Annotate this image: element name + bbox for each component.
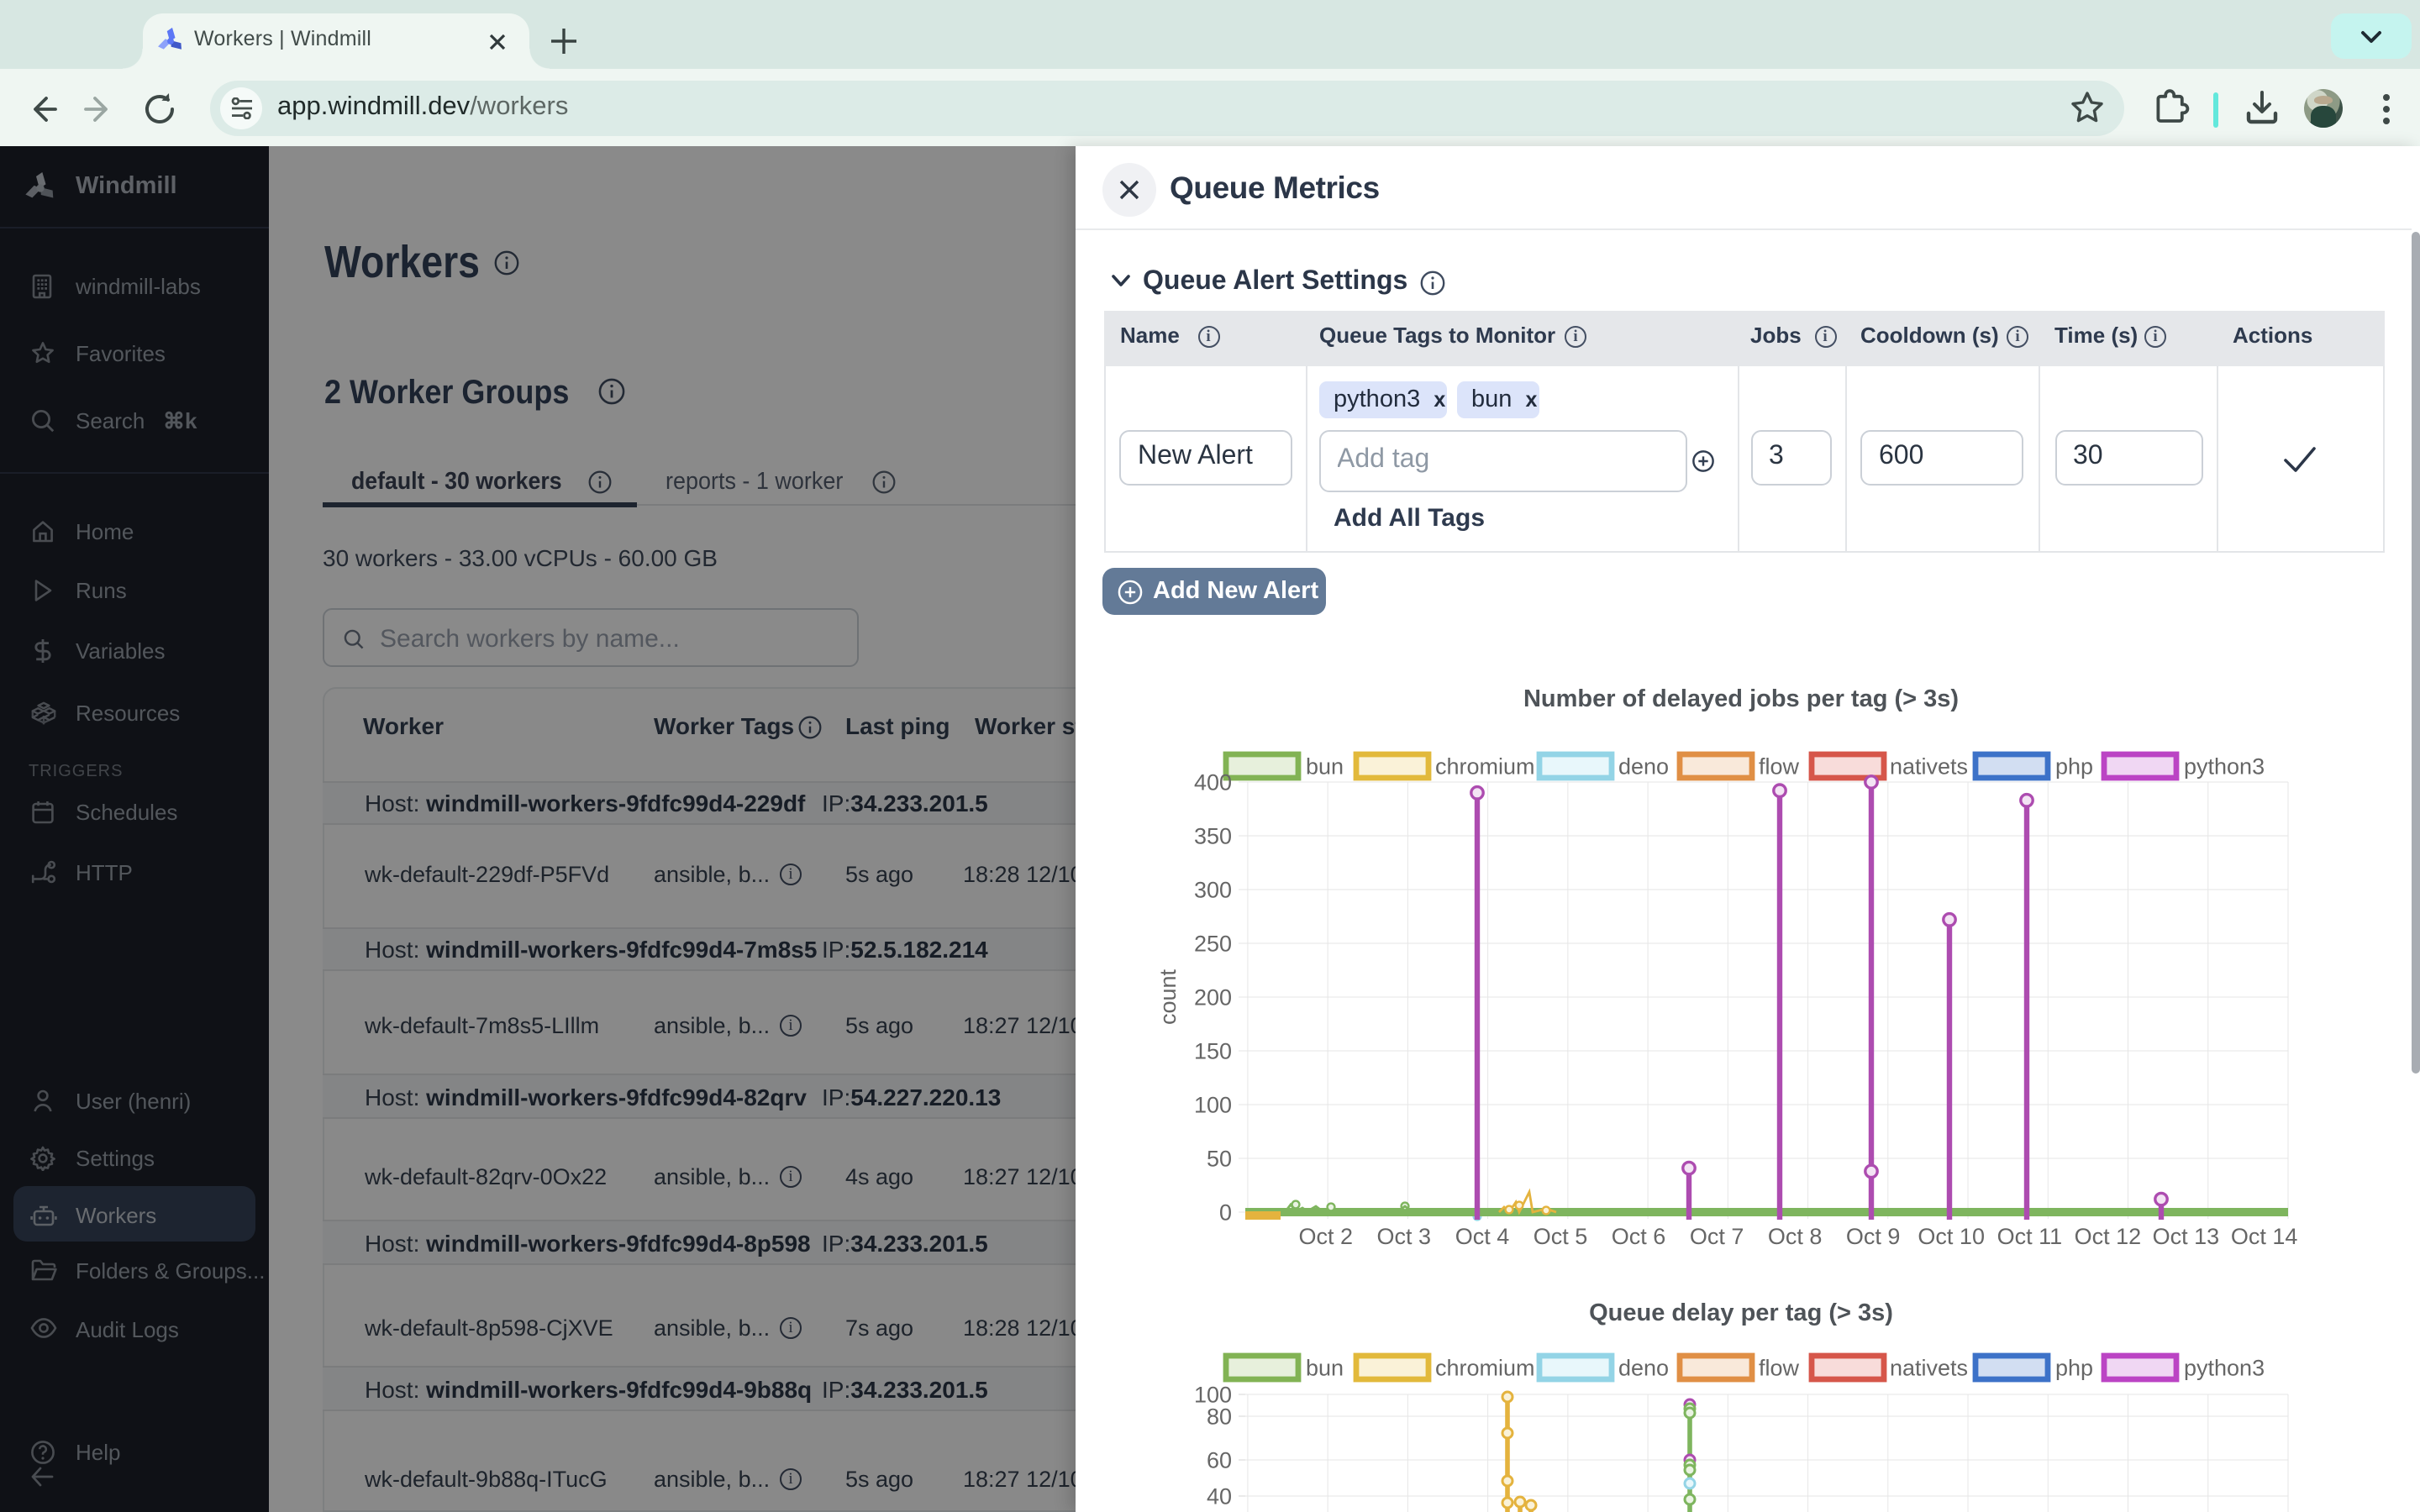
svg-text:200: 200 xyxy=(1194,984,1232,1010)
svg-text:bun: bun xyxy=(1306,1356,1344,1381)
svg-text:Oct 12: Oct 12 xyxy=(2075,1224,2142,1249)
svg-text:40: 40 xyxy=(1207,1483,1232,1509)
svg-text:chromium: chromium xyxy=(1435,1356,1535,1381)
svg-text:python3: python3 xyxy=(2184,754,2265,780)
svg-text:350: 350 xyxy=(1194,823,1232,848)
svg-text:Oct 4: Oct 4 xyxy=(1455,1224,1510,1249)
svg-text:Oct 14: Oct 14 xyxy=(2231,1224,2298,1249)
svg-text:400: 400 xyxy=(1194,769,1232,795)
svg-text:Oct 6: Oct 6 xyxy=(1612,1224,1666,1249)
svg-text:0: 0 xyxy=(1219,1200,1232,1225)
svg-text:300: 300 xyxy=(1194,877,1232,902)
svg-text:php: php xyxy=(2055,1356,2093,1381)
svg-text:Oct 11: Oct 11 xyxy=(1997,1224,2063,1249)
svg-text:flow: flow xyxy=(1759,1356,1800,1381)
svg-text:Oct 2: Oct 2 xyxy=(1299,1224,1354,1249)
svg-text:Number of delayed jobs per tag: Number of delayed jobs per tag (> 3s) xyxy=(1523,685,1959,712)
svg-text:php: php xyxy=(2055,754,2093,780)
svg-text:Oct 5: Oct 5 xyxy=(1534,1224,1588,1249)
svg-text:100: 100 xyxy=(1194,1092,1232,1117)
svg-text:flow: flow xyxy=(1759,754,1800,780)
svg-text:Oct 3: Oct 3 xyxy=(1377,1224,1432,1249)
svg-text:Oct 10: Oct 10 xyxy=(1918,1224,1985,1249)
svg-text:bun: bun xyxy=(1306,754,1344,780)
svg-text:Oct 9: Oct 9 xyxy=(1846,1224,1901,1249)
svg-text:deno: deno xyxy=(1618,754,1669,780)
svg-text:150: 150 xyxy=(1194,1038,1232,1063)
svg-text:Queue delay per tag (> 3s): Queue delay per tag (> 3s) xyxy=(1589,1299,1893,1326)
svg-text:count: count xyxy=(1155,969,1181,1025)
svg-text:80: 80 xyxy=(1207,1404,1232,1429)
svg-text:50: 50 xyxy=(1207,1146,1232,1171)
svg-text:chromium: chromium xyxy=(1435,754,1535,780)
svg-text:Oct 13: Oct 13 xyxy=(2153,1224,2220,1249)
svg-text:python3: python3 xyxy=(2184,1356,2265,1381)
svg-text:Oct 8: Oct 8 xyxy=(1768,1224,1823,1249)
svg-text:nativets: nativets xyxy=(1890,1356,1968,1381)
svg-text:nativets: nativets xyxy=(1890,754,1968,780)
svg-text:60: 60 xyxy=(1207,1447,1232,1473)
svg-text:Oct 7: Oct 7 xyxy=(1690,1224,1744,1249)
svg-text:deno: deno xyxy=(1618,1356,1669,1381)
svg-text:250: 250 xyxy=(1194,931,1232,956)
